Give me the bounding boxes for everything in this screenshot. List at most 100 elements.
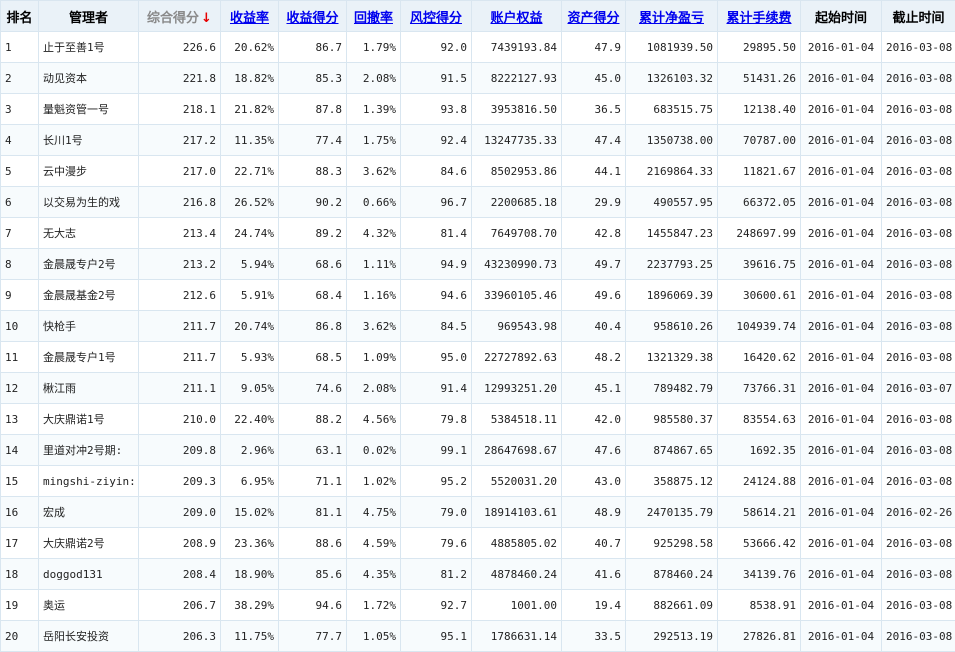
col-header-return-rate[interactable]: 收益率 xyxy=(221,1,279,32)
cell-return-rate: 5.93% xyxy=(221,342,279,373)
col-header-fees[interactable]: 累计手续费 xyxy=(718,1,801,32)
sort-link-fees[interactable]: 累计手续费 xyxy=(726,11,791,26)
table-row: 8 金晨晟专户2号 213.2 5.94% 68.6 1.11% 94.9 43… xyxy=(1,249,955,280)
col-header-asset-score[interactable]: 资产得分 xyxy=(562,1,626,32)
cell-rank: 15 xyxy=(1,466,39,497)
cell-net-pnl: 874867.65 xyxy=(626,435,718,466)
cell-manager: 量魁资管一号 xyxy=(39,94,139,125)
cell-manager: 岳阳长安投资 xyxy=(39,621,139,652)
cell-return-score: 88.6 xyxy=(279,528,347,559)
ranking-table: 排名 管理者 综合得分↓ 收益率 收益得分 回撤率 风控得分 账户权益 资产得分… xyxy=(0,0,955,652)
cell-start-date: 2016-01-04 xyxy=(801,559,882,590)
sort-link-return-rate[interactable]: 收益率 xyxy=(230,11,269,26)
cell-end-date: 2016-03-08 xyxy=(882,63,955,94)
cell-net-pnl: 958610.26 xyxy=(626,311,718,342)
cell-risk-score: 84.5 xyxy=(401,311,472,342)
cell-net-pnl: 1326103.32 xyxy=(626,63,718,94)
sort-link-return-score[interactable]: 收益得分 xyxy=(286,11,338,26)
cell-asset-score: 49.6 xyxy=(562,280,626,311)
cell-return-rate: 18.82% xyxy=(221,63,279,94)
cell-drawdown: 4.56% xyxy=(347,404,401,435)
cell-risk-score: 92.0 xyxy=(401,32,472,63)
cell-return-score: 89.2 xyxy=(279,218,347,249)
cell-rank: 17 xyxy=(1,528,39,559)
cell-risk-score: 95.0 xyxy=(401,342,472,373)
cell-fees: 11821.67 xyxy=(718,156,801,187)
cell-net-pnl: 1321329.38 xyxy=(626,342,718,373)
cell-fees: 16420.62 xyxy=(718,342,801,373)
cell-manager: 快枪手 xyxy=(39,311,139,342)
cell-net-pnl: 1081939.50 xyxy=(626,32,718,63)
sort-down-arrow-icon: ↓ xyxy=(201,11,212,26)
cell-return-rate: 2.96% xyxy=(221,435,279,466)
cell-return-rate: 18.90% xyxy=(221,559,279,590)
cell-composite-score: 212.6 xyxy=(139,280,221,311)
cell-net-pnl: 2169864.33 xyxy=(626,156,718,187)
sort-link-equity[interactable]: 账户权益 xyxy=(490,11,542,26)
cell-drawdown: 1.16% xyxy=(347,280,401,311)
cell-return-score: 90.2 xyxy=(279,187,347,218)
col-header-risk-score[interactable]: 风控得分 xyxy=(401,1,472,32)
cell-equity: 5520031.20 xyxy=(472,466,562,497)
cell-rank: 10 xyxy=(1,311,39,342)
sort-link-risk-score[interactable]: 风控得分 xyxy=(410,11,462,26)
cell-return-rate: 24.74% xyxy=(221,218,279,249)
cell-start-date: 2016-01-04 xyxy=(801,528,882,559)
cell-drawdown: 1.09% xyxy=(347,342,401,373)
sort-link-net-pnl[interactable]: 累计净盈亏 xyxy=(639,11,704,26)
cell-net-pnl: 1455847.23 xyxy=(626,218,718,249)
col-header-drawdown[interactable]: 回撤率 xyxy=(347,1,401,32)
cell-start-date: 2016-01-04 xyxy=(801,125,882,156)
cell-fees: 12138.40 xyxy=(718,94,801,125)
cell-composite-score: 208.4 xyxy=(139,559,221,590)
col-header-net-pnl[interactable]: 累计净盈亏 xyxy=(626,1,718,32)
cell-end-date: 2016-03-08 xyxy=(882,94,955,125)
cell-asset-score: 33.5 xyxy=(562,621,626,652)
sort-link-drawdown[interactable]: 回撤率 xyxy=(354,11,393,26)
table-row: 3 量魁资管一号 218.1 21.82% 87.8 1.39% 93.8 39… xyxy=(1,94,955,125)
cell-end-date: 2016-03-08 xyxy=(882,249,955,280)
cell-risk-score: 92.4 xyxy=(401,125,472,156)
cell-equity: 8502953.86 xyxy=(472,156,562,187)
cell-composite-score: 211.7 xyxy=(139,342,221,373)
cell-return-score: 88.2 xyxy=(279,404,347,435)
cell-net-pnl: 882661.09 xyxy=(626,590,718,621)
cell-net-pnl: 1896069.39 xyxy=(626,280,718,311)
col-header-composite-label[interactable]: 综合得分 xyxy=(147,11,199,26)
cell-risk-score: 92.7 xyxy=(401,590,472,621)
cell-composite-score: 226.6 xyxy=(139,32,221,63)
cell-asset-score: 41.6 xyxy=(562,559,626,590)
sort-link-asset-score[interactable]: 资产得分 xyxy=(567,11,619,26)
cell-drawdown: 1.02% xyxy=(347,466,401,497)
cell-asset-score: 49.7 xyxy=(562,249,626,280)
cell-start-date: 2016-01-04 xyxy=(801,249,882,280)
cell-return-score: 81.1 xyxy=(279,497,347,528)
cell-rank: 5 xyxy=(1,156,39,187)
cell-asset-score: 45.1 xyxy=(562,373,626,404)
cell-composite-score: 217.2 xyxy=(139,125,221,156)
cell-end-date: 2016-03-08 xyxy=(882,528,955,559)
table-body: 1 止于至善1号 226.6 20.62% 86.7 1.79% 92.0 74… xyxy=(1,32,955,652)
cell-net-pnl: 2470135.79 xyxy=(626,497,718,528)
cell-start-date: 2016-01-04 xyxy=(801,404,882,435)
cell-net-pnl: 358875.12 xyxy=(626,466,718,497)
cell-rank: 7 xyxy=(1,218,39,249)
cell-composite-score: 221.8 xyxy=(139,63,221,94)
cell-fees: 58614.21 xyxy=(718,497,801,528)
cell-rank: 2 xyxy=(1,63,39,94)
cell-manager: 金晨晟基金2号 xyxy=(39,280,139,311)
col-header-return-score[interactable]: 收益得分 xyxy=(279,1,347,32)
col-header-equity[interactable]: 账户权益 xyxy=(472,1,562,32)
col-header-composite-score[interactable]: 综合得分↓ xyxy=(139,1,221,32)
cell-start-date: 2016-01-04 xyxy=(801,590,882,621)
table-row: 2 动见资本 221.8 18.82% 85.3 2.08% 91.5 8222… xyxy=(1,63,955,94)
cell-return-score: 87.8 xyxy=(279,94,347,125)
cell-rank: 12 xyxy=(1,373,39,404)
cell-drawdown: 1.79% xyxy=(347,32,401,63)
cell-equity: 8222127.93 xyxy=(472,63,562,94)
cell-risk-score: 95.1 xyxy=(401,621,472,652)
cell-drawdown: 1.75% xyxy=(347,125,401,156)
table-row: 5 云中漫步 217.0 22.71% 88.3 3.62% 84.6 8502… xyxy=(1,156,955,187)
cell-start-date: 2016-01-04 xyxy=(801,156,882,187)
cell-net-pnl: 789482.79 xyxy=(626,373,718,404)
